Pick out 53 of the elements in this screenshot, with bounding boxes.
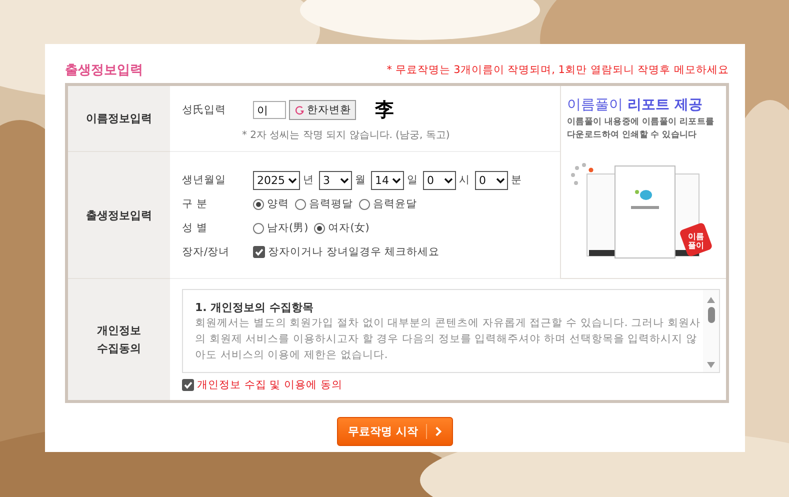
chevron-down-icon [392,176,401,184]
hanja-convert-button[interactable]: 한자변환 [289,100,356,120]
section-title: 출생정보입력 [65,62,143,79]
ad-text: 이름풀이 내용중에 이름풀이 리포트를 다운로드하여 인쇄할 수 있습니다 [567,116,716,142]
field-label: 장자/장녀 [182,245,231,259]
surname-field[interactable]: 이 [253,101,286,119]
option-label: 음력평달 [309,197,353,211]
refresh-icon [294,104,305,116]
checkbox[interactable] [182,379,194,391]
unit-text: 시 [459,173,470,187]
date-dropdown[interactable]: 14 [371,170,404,190]
hanja-text: 李 [375,98,394,123]
field-label: 성氏입력 [182,103,227,117]
radio-button[interactable] [314,222,326,234]
option-label: 음력윤달 [373,197,417,211]
unit-text: 월 [355,173,366,187]
chevron-down-icon [444,176,453,184]
radio-button[interactable] [253,198,264,210]
badge-text: 이름풀이 [687,232,705,250]
hint-text: * 2자 성씨는 작명 되지 않습니다. (남궁, 독고) [242,129,451,142]
terms-heading: 1. 개인정보의 수집항목 [195,300,314,315]
date-dropdown[interactable]: 3 [319,170,352,190]
field-label: 성 별 [182,221,208,235]
radio-button[interactable] [253,222,264,234]
checkbox-label: 개인정보 수집 및 이용에 동의 [197,378,342,392]
date-dropdown[interactable]: 0 [423,170,456,190]
checkbox-label: 장자이거나 장녀일경우 체크하세요 [268,245,440,259]
scrollbar[interactable] [703,290,719,372]
chevron-down-icon [496,176,505,184]
chevron-down-icon [288,176,297,184]
chevron-down-icon [340,176,349,184]
field-label: 생년월일 [182,173,227,187]
unit-text: 분 [511,173,522,187]
scroll-up-icon[interactable] [706,296,716,304]
chevron-right-icon [434,426,442,437]
row-label: 이름정보입력 [68,86,170,152]
notice-text: * 무료작명는 3개이름이 작명되며, 1회만 열람되니 작명후 메모하세요 [386,63,729,77]
radio-button[interactable] [359,198,370,210]
option-label: 양력 [267,197,289,211]
scroll-down-icon[interactable] [706,361,716,369]
option-label: 여자(女) [328,221,370,235]
radio-button[interactable] [295,198,306,210]
terms-text: 회원께서는 별도의 회원가입 절차 없이 대부분의 콘텐츠에 자유롭게 접근할 수 있습니다. 그러나 회원사의 회원제 서비스를 이용하시고자 할 경우 다음의 정보를 입력해주셔야 하며 선택항목을 입력하시지 않아도 서비스의 이용에 제한은 없습니다. [195,316,702,363]
unit-text: 일 [407,173,418,187]
date-dropdown[interactable]: 2025 [253,170,300,190]
checkbox[interactable] [253,246,265,258]
option-label: 남자(男) [267,221,308,235]
ad-title: 이름풀이 리포트 제공 [567,96,704,114]
unit-text: 년 [303,173,314,187]
row-label: 출생정보입력 [68,152,170,279]
row-label: 개인정보 수집동의 [68,279,170,400]
date-dropdown[interactable]: 0 [475,170,508,190]
field-label: 구 분 [182,197,208,211]
